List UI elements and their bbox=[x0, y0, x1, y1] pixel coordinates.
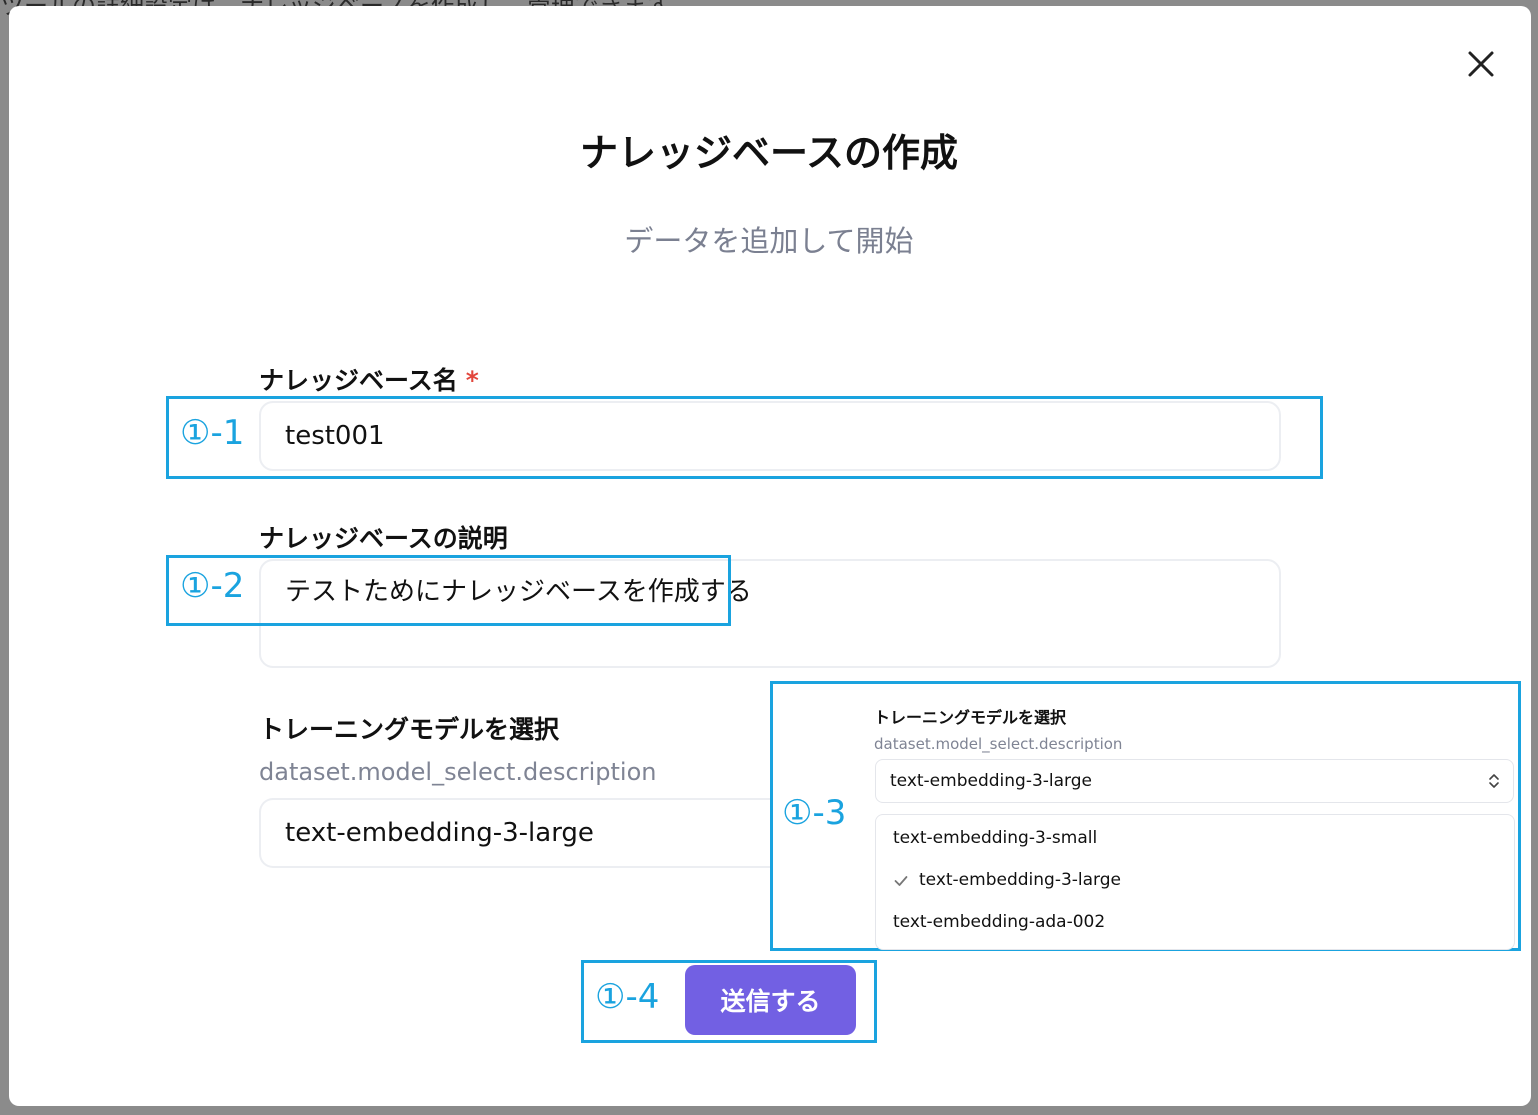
inset-model-label: トレーニングモデルを選択 bbox=[874, 708, 1067, 727]
model-label: トレーニングモデルを選択 bbox=[259, 715, 560, 744]
required-mark: * bbox=[465, 366, 479, 395]
annotation-label-3: ①-3 bbox=[782, 793, 847, 833]
inset-model-select[interactable]: text-embedding-3-large bbox=[875, 759, 1514, 803]
check-icon bbox=[894, 876, 908, 886]
model-dropdown-zoom-panel: トレーニングモデルを選択 dataset.model_select.descri… bbox=[770, 681, 1521, 951]
model-options-list: text-embedding-3-small text-embedding-3-… bbox=[875, 814, 1515, 950]
inset-selected-value: text-embedding-3-large bbox=[890, 771, 1092, 791]
annotation-box-2 bbox=[166, 555, 731, 626]
annotation-label-2: ①-2 bbox=[180, 566, 245, 606]
name-label: ナレッジベース名 * bbox=[259, 361, 479, 397]
option-text-embedding-3-small[interactable]: text-embedding-3-small bbox=[893, 828, 1097, 848]
dialog-subtitle: データを追加して開始 bbox=[624, 224, 914, 258]
annotation-box-1 bbox=[166, 396, 1323, 479]
annotation-label-4: ①-4 bbox=[595, 977, 660, 1017]
annotation-label-1: ①-1 bbox=[180, 413, 245, 453]
description-label: ナレッジベースの説明 bbox=[259, 524, 508, 553]
close-icon bbox=[1468, 51, 1494, 77]
option-text-embedding-3-large[interactable]: text-embedding-3-large bbox=[919, 870, 1121, 890]
chevron-up-down-icon bbox=[1489, 774, 1499, 788]
name-label-text: ナレッジベース名 bbox=[259, 366, 458, 395]
inset-model-description: dataset.model_select.description bbox=[874, 735, 1123, 753]
dialog-title: ナレッジベースの作成 bbox=[579, 131, 959, 175]
close-button[interactable] bbox=[1461, 44, 1501, 84]
model-description: dataset.model_select.description bbox=[259, 758, 657, 786]
option-text-embedding-ada-002[interactable]: text-embedding-ada-002 bbox=[893, 912, 1105, 932]
